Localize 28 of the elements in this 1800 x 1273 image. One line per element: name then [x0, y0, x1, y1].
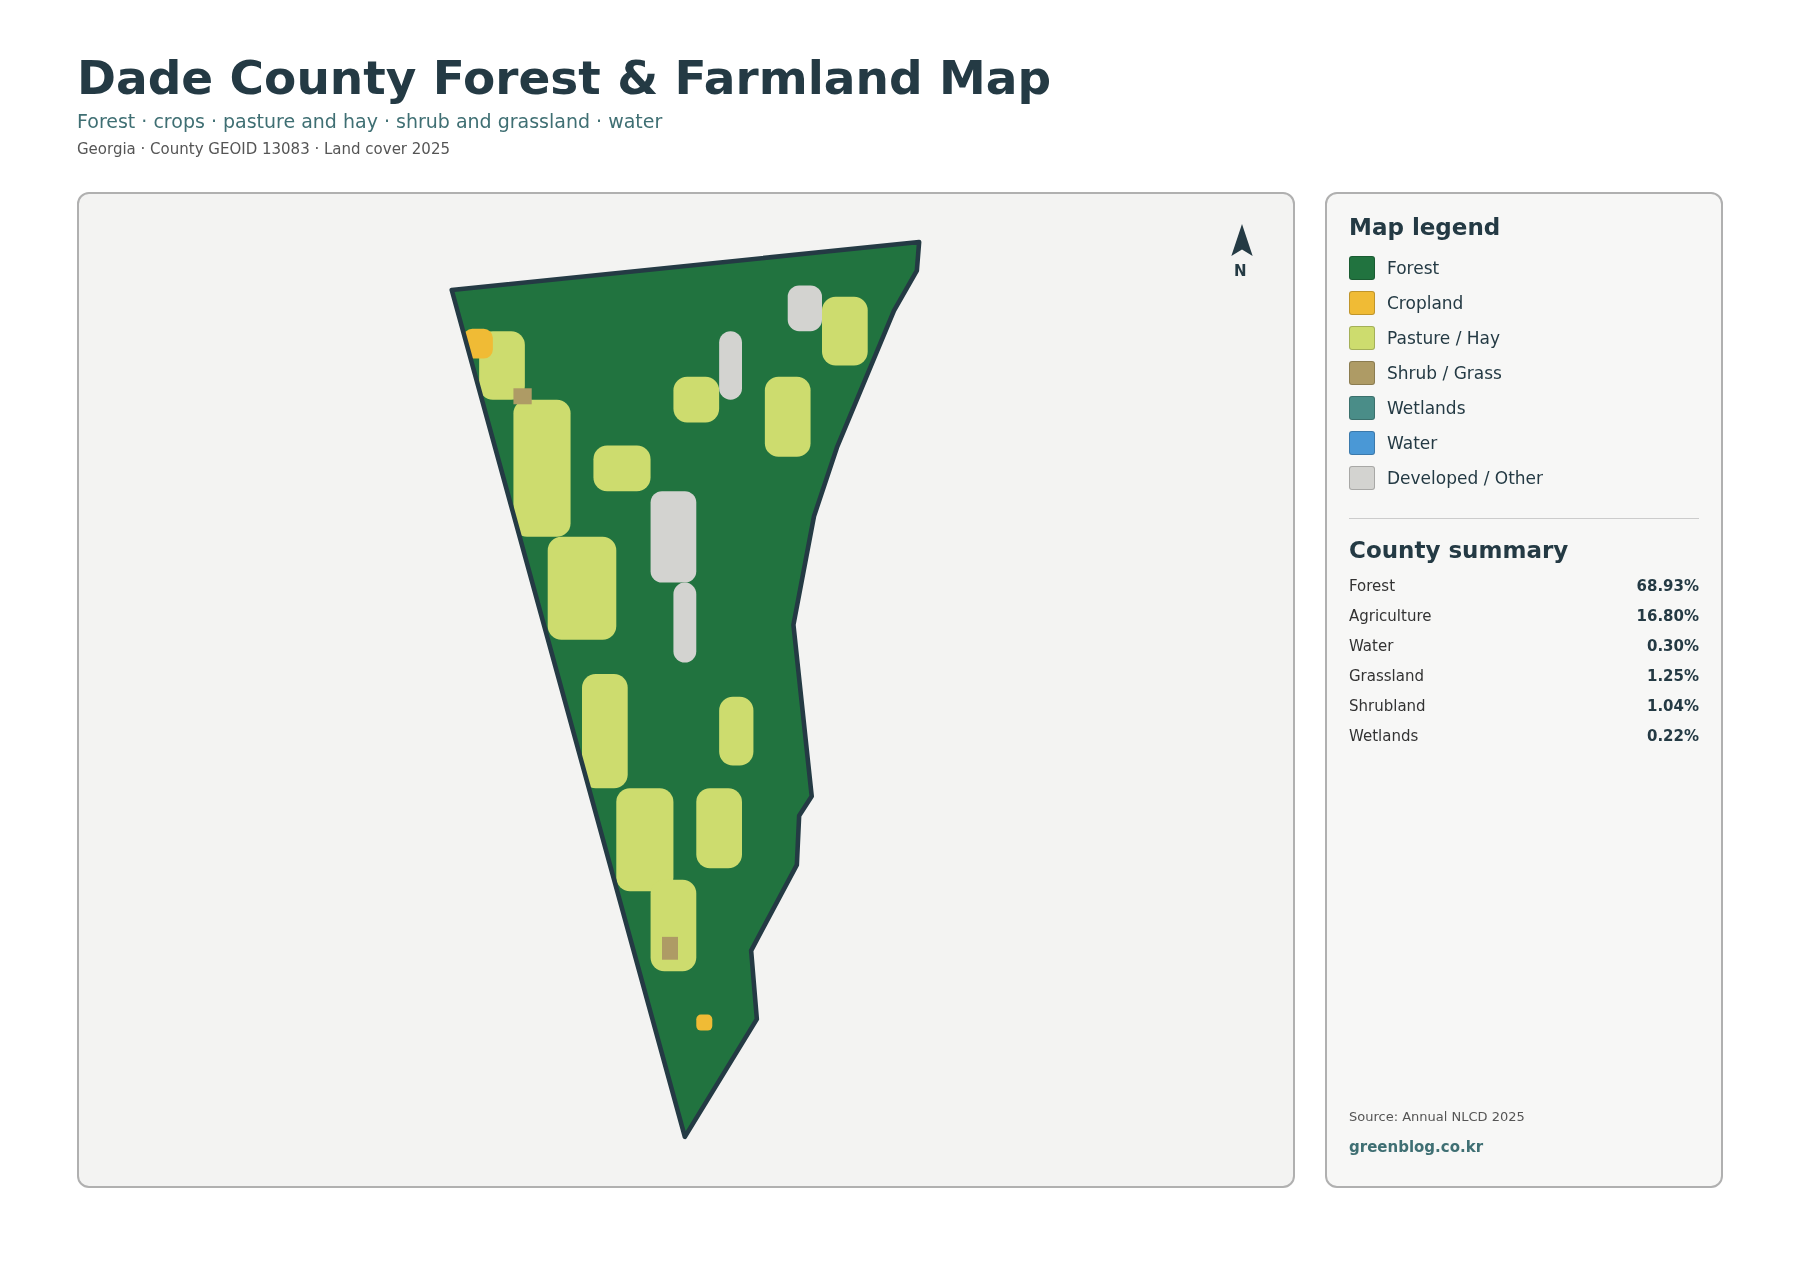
north-arrow-icon: [1231, 224, 1253, 256]
summary-value: 0.30%: [1646, 637, 1699, 655]
summary-label: Agriculture: [1349, 607, 1432, 625]
summary-value: 1.25%: [1646, 667, 1699, 685]
legend-label: Cropland: [1387, 293, 1464, 313]
source-note: Source: Annual NLCD 2025: [1349, 1109, 1526, 1124]
legend-title: Map legend: [1349, 214, 1502, 240]
site-credit: greenblog.co.kr: [1349, 1138, 1485, 1156]
summary-label: Wetlands: [1349, 727, 1419, 745]
map-meta: Georgia · County GEOID 13083 · Land cover 2025: [77, 140, 451, 158]
summary-value: 0.22%: [1646, 727, 1699, 745]
north-label: N: [1234, 262, 1247, 280]
summary-value: 16.80%: [1636, 607, 1699, 625]
summary-value: 68.93%: [1636, 577, 1699, 595]
legend-label: Shrub / Grass: [1387, 363, 1502, 383]
map-title: Dade County Forest & Farmland Map: [77, 50, 1053, 106]
legend-label: Developed / Other: [1387, 468, 1544, 488]
summary-label: Shrubland: [1349, 697, 1426, 715]
summary-label: Forest: [1349, 577, 1396, 595]
summary-value: 1.04%: [1646, 697, 1699, 715]
legend-label: Water: [1387, 433, 1438, 453]
map-subtitle: Forest · crops · pasture and hay · shrub and grassland · water: [77, 110, 664, 132]
legend-label: Forest: [1387, 258, 1440, 278]
summary-title: County summary: [1349, 537, 1570, 563]
summary-label: Water: [1349, 637, 1394, 655]
legend-label: Pasture / Hay: [1387, 328, 1501, 348]
summary-label: Grassland: [1349, 667, 1424, 685]
legend-label: Wetlands: [1387, 398, 1466, 418]
